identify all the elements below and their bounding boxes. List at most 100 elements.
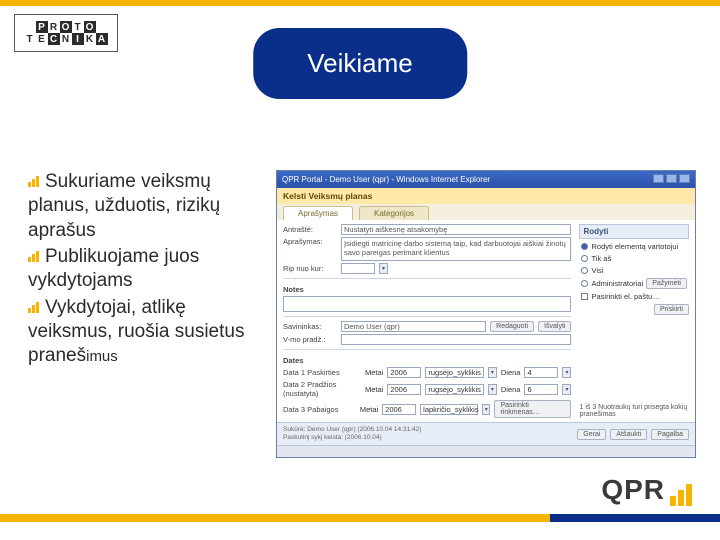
- chevron-down-icon[interactable]: ▾: [482, 404, 491, 415]
- bars-bullet-icon: [28, 302, 42, 313]
- tab-categories[interactable]: Kategorijos: [359, 206, 429, 220]
- window-titlebar: QPR Portal - Demo User (qpr) - Windows I…: [277, 171, 695, 188]
- chevron-down-icon[interactable]: ▾: [488, 367, 497, 378]
- opt-show-to-user[interactable]: Rodyti elementą vartotojui: [591, 242, 678, 251]
- select-d2-year[interactable]: 2006: [387, 384, 421, 395]
- slide-title: Veikiame: [307, 48, 413, 78]
- radio-icon[interactable]: [581, 243, 588, 250]
- select-d2-month[interactable]: rugsėjo_syklikis: [425, 384, 484, 395]
- bullet-3-lead: Vykdytojai, atlikę: [45, 297, 186, 318]
- label-year: Metai: [360, 405, 378, 414]
- bullet-3: Vykdytojai, atlikę veiksmus, ruošia susi…: [28, 296, 268, 369]
- form-footer: Sukūrė: Demo User (qpr) (2006.10.04 14:3…: [277, 422, 695, 445]
- app-screenshot: QPR Portal - Demo User (qpr) - Windows I…: [276, 170, 696, 458]
- chevron-down-icon[interactable]: ▾: [488, 384, 497, 395]
- window-title-text: QPR Portal - Demo User (qpr) - Windows I…: [282, 175, 490, 184]
- attachment-note: 1 iš 3 Nuotraukų turi prisegta kokių pra…: [579, 404, 689, 418]
- input-vstart[interactable]: [341, 334, 571, 345]
- slide-title-pill: Veikiame: [253, 28, 467, 99]
- bullet-3-tail: imus: [86, 348, 118, 365]
- form-area: Antraštė: Nustatyti aiškesnę atsakomybę …: [277, 220, 695, 422]
- form-left-column: Antraštė: Nustatyti aiškesnę atsakomybę …: [283, 224, 571, 418]
- bullet-2-rest: vykdytojams: [28, 270, 133, 291]
- window-controls[interactable]: [651, 174, 690, 185]
- form-right-column: Rodyti Rodyti elementą vartotojui Tik aš…: [579, 224, 689, 418]
- opt-admins[interactable]: Administratoriai: [591, 279, 643, 288]
- window-body: Kelsti Veiksmų planas Aprašymas Kategori…: [277, 188, 695, 445]
- label-year: Metai: [365, 368, 383, 377]
- footer-created-label: Sukūrė:: [283, 426, 305, 433]
- select-d1-month[interactable]: rugsėjo_syklikis: [425, 367, 484, 378]
- bars-icon: [670, 484, 692, 506]
- checkbox-icon[interactable]: [581, 293, 588, 300]
- select-ripfrom[interactable]: [341, 263, 375, 274]
- clear-button[interactable]: Išvalyti: [538, 321, 571, 332]
- qpr-logo: QPR: [601, 474, 692, 506]
- ok-button[interactable]: Gerai: [577, 429, 606, 440]
- bullet-2: Publikuojame juos vykdytojams: [28, 245, 268, 294]
- page-heading: Kelsti Veiksmų planas: [277, 188, 695, 204]
- bullet-1-lead: Sukuriame: [45, 171, 136, 192]
- select-files-button[interactable]: Pasirinkti rinkmenas…: [494, 400, 571, 418]
- opt-only-me[interactable]: Tik aš: [591, 254, 611, 263]
- select-d2-day[interactable]: 6: [524, 384, 558, 395]
- select-d3-year[interactable]: 2006: [382, 404, 416, 415]
- qpr-text: QPR: [601, 474, 665, 506]
- visibility-heading: Rodyti: [579, 224, 689, 239]
- chevron-down-icon[interactable]: ▾: [562, 367, 571, 378]
- dates-heading: Dates: [283, 356, 571, 365]
- label-title: Antraštė:: [283, 225, 337, 234]
- radio-icon[interactable]: [581, 280, 588, 287]
- cancel-button[interactable]: Atšaukti: [610, 429, 647, 440]
- bullet-list: Sukuriame veiksmų planus, užduotis, rizi…: [28, 170, 268, 371]
- select-d3-month[interactable]: lapkričio_syklikis: [420, 404, 478, 415]
- label-ripfrom: Rip nuo kur:: [283, 264, 337, 273]
- date-row-3: Data 3 Pabaigos Metai 2006 lapkričio_syk…: [283, 400, 571, 418]
- bars-bullet-icon: [28, 251, 42, 262]
- label-date2: Data 2 Pradžios (nustatyta): [283, 380, 361, 398]
- slide-body: Sukuriame veiksmų planus, užduotis, rizi…: [28, 170, 698, 458]
- opt-all[interactable]: Visi: [591, 266, 603, 275]
- tab-bar: Aprašymas Kategorijos: [277, 204, 695, 220]
- input-description[interactable]: Įsidiegti matricinę darbo sistemą taip, …: [341, 237, 571, 261]
- select-d1-day[interactable]: 4: [524, 367, 558, 378]
- radio-icon[interactable]: [581, 255, 588, 262]
- label-day: Diena: [501, 368, 521, 377]
- notes-heading: Notes: [283, 285, 571, 294]
- label-description: Aprašymas:: [283, 237, 337, 246]
- chevron-down-icon[interactable]: ▾: [562, 384, 571, 395]
- footer-meta: Sukūrė: Demo User (qpr) (2006.10.04 14:3…: [283, 426, 421, 442]
- bullet-1: Sukuriame veiksmų planus, užduotis, rizi…: [28, 170, 268, 243]
- assign-button[interactable]: Priskirti: [654, 304, 689, 315]
- opt-email[interactable]: Pasirinkti el. paštu…: [591, 292, 659, 301]
- input-notes[interactable]: [283, 296, 571, 312]
- label-date3: Data 3 Pabaigos: [283, 405, 356, 414]
- label-date1: Data 1 Paskirties: [283, 368, 361, 377]
- close-icon[interactable]: [679, 174, 690, 183]
- input-title[interactable]: Nustatyti aiškesnę atsakomybę: [341, 224, 571, 235]
- label-vstart: V-mo pradž.:: [283, 335, 337, 344]
- ie-status-bar: [277, 445, 695, 457]
- bottom-accent-bar: [0, 514, 720, 522]
- input-owner[interactable]: Demo User (qpr): [341, 321, 486, 332]
- label-year: Metai: [365, 385, 383, 394]
- minimize-icon[interactable]: [653, 174, 664, 183]
- label-owner: Savininkas:: [283, 322, 337, 331]
- maximize-icon[interactable]: [666, 174, 677, 183]
- top-accent-bar: [0, 0, 720, 6]
- footer-changed: Paskutinį sykį keista: (2006.10.04): [283, 434, 382, 441]
- mark-button[interactable]: Pažymėti: [646, 278, 687, 289]
- edit-button[interactable]: Redaguoti: [490, 321, 534, 332]
- chevron-down-icon[interactable]: ▾: [379, 263, 388, 274]
- label-day: Diena: [501, 385, 521, 394]
- radio-icon[interactable]: [581, 267, 588, 274]
- date-row-1: Data 1 Paskirties Metai 2006 rugsėjo_syk…: [283, 367, 571, 378]
- footer-created-value: Demo User (qpr) (2006.10.04 14:31:42): [307, 426, 421, 433]
- date-row-2: Data 2 Pradžios (nustatyta) Metai 2006 r…: [283, 380, 571, 398]
- bullet-3-rest: veiksmus, ruošia susietus praneš: [28, 321, 244, 366]
- bars-bullet-icon: [28, 176, 42, 187]
- help-button[interactable]: Pagalba: [651, 429, 689, 440]
- tab-description[interactable]: Aprašymas: [283, 206, 353, 220]
- select-d1-year[interactable]: 2006: [387, 367, 421, 378]
- proto-tecnika-logo: PROTO TECNIKA: [14, 14, 118, 52]
